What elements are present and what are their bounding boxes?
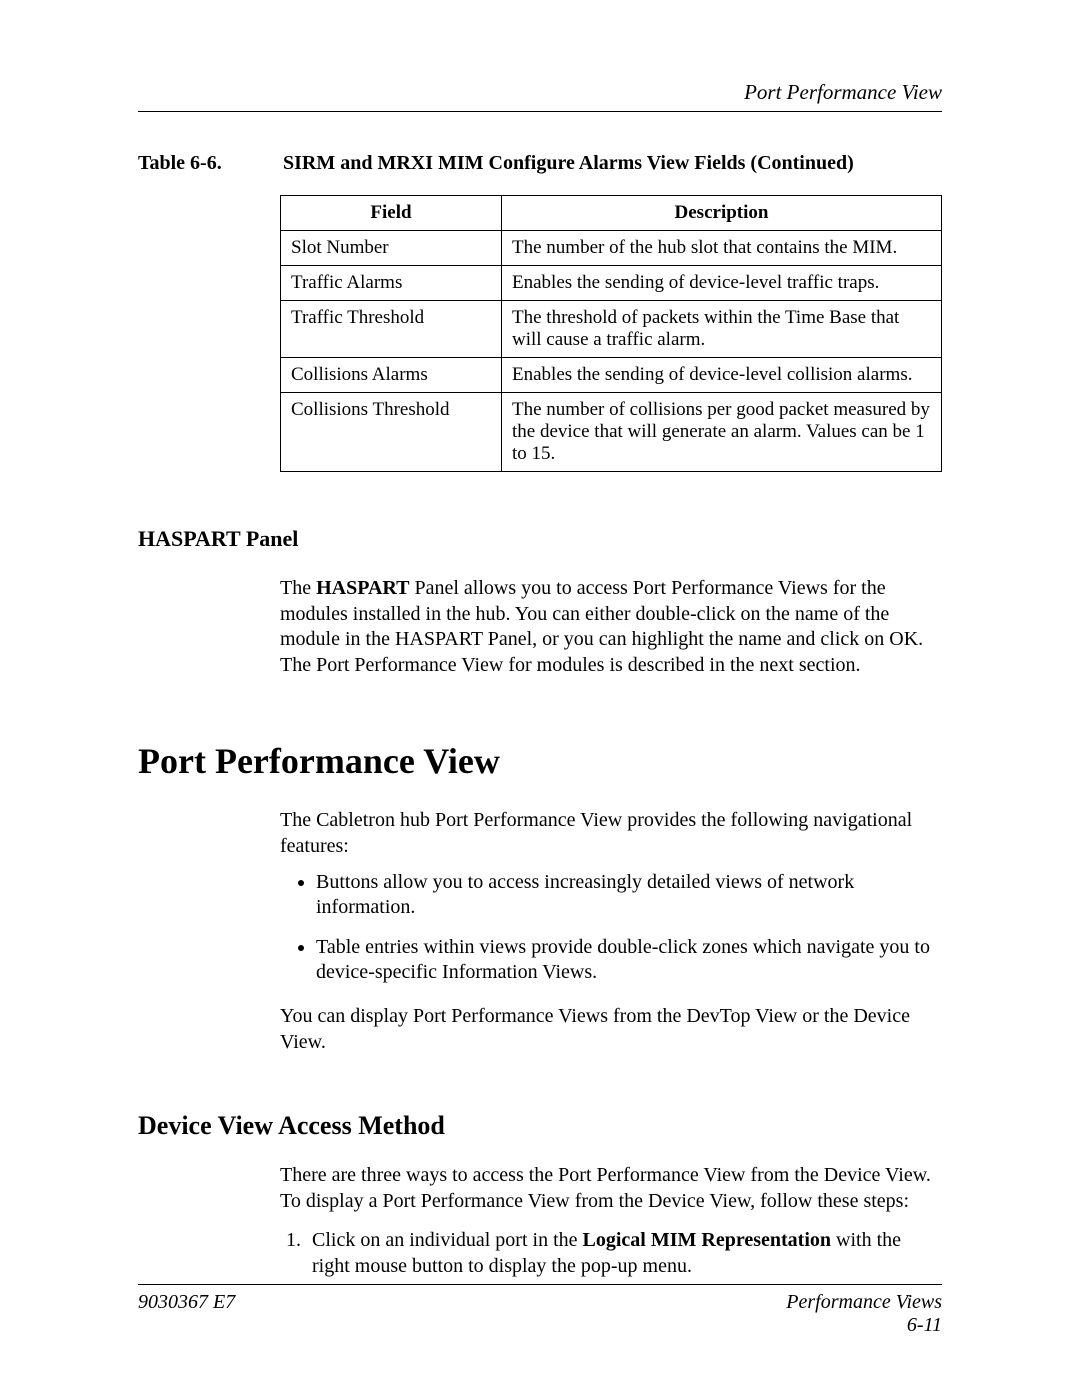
- list-item: Table entries within views provide doubl…: [316, 935, 942, 986]
- table-row: Collisions Threshold The number of colli…: [281, 393, 942, 472]
- table-number: Table 6-6.: [138, 152, 283, 175]
- access-intro: There are three ways to access the Port …: [280, 1163, 942, 1214]
- cell-description: The number of the hub slot that contains…: [502, 231, 942, 266]
- section-outro: You can display Port Performance Views f…: [280, 1004, 942, 1055]
- cell-description: The threshold of packets within the Time…: [502, 301, 942, 358]
- cell-field: Collisions Alarms: [281, 358, 502, 393]
- footer-right-bottom: 6-11: [786, 1314, 942, 1337]
- page: Port Performance View Table 6-6. SIRM an…: [0, 0, 1080, 1397]
- table-caption: Table 6-6. SIRM and MRXI MIM Configure A…: [138, 152, 942, 175]
- running-head: Port Performance View: [138, 80, 942, 105]
- list-item: Click on an individual port in the Logic…: [306, 1228, 942, 1279]
- col-header-description: Description: [502, 196, 942, 231]
- header-rule: [138, 111, 942, 112]
- text-bold: Logical MIM Representation: [583, 1229, 832, 1251]
- footer-rule: [138, 1284, 942, 1285]
- cell-description: Enables the sending of device-level traf…: [502, 266, 942, 301]
- table-row: Traffic Alarms Enables the sending of de…: [281, 266, 942, 301]
- text: Click on an individual port in the: [312, 1229, 583, 1251]
- section-intro: The Cabletron hub Port Performance View …: [280, 808, 942, 859]
- col-header-field: Field: [281, 196, 502, 231]
- cell-description: The number of collisions per good packet…: [502, 393, 942, 472]
- list-item: Buttons allow you to access increasingly…: [316, 870, 942, 921]
- steps-container: Click on an individual port in the Logic…: [280, 1228, 942, 1279]
- steps-list: Click on an individual port in the Logic…: [280, 1228, 942, 1279]
- text: The: [280, 577, 316, 599]
- cell-field: Slot Number: [281, 231, 502, 266]
- cell-field: Traffic Threshold: [281, 301, 502, 358]
- footer-right-top: Performance Views: [786, 1291, 942, 1314]
- table-title: SIRM and MRXI MIM Configure Alarms View …: [283, 152, 854, 175]
- fields-table: Field Description Slot Number The number…: [280, 195, 942, 472]
- haspart-body: The HASPART Panel allows you to access P…: [280, 576, 942, 678]
- text-bold: HASPART: [316, 577, 409, 599]
- cell-description: Enables the sending of device-level coll…: [502, 358, 942, 393]
- cell-field: Collisions Threshold: [281, 393, 502, 472]
- bullet-list: Buttons allow you to access increasingly…: [294, 870, 942, 986]
- page-footer: 9030367 E7 Performance Views 6-11: [138, 1284, 942, 1337]
- section-title: Port Performance View: [138, 740, 942, 782]
- table-row: Traffic Threshold The threshold of packe…: [281, 301, 942, 358]
- table-row: Slot Number The number of the hub slot t…: [281, 231, 942, 266]
- access-heading: Device View Access Method: [138, 1111, 942, 1141]
- table-row: Collisions Alarms Enables the sending of…: [281, 358, 942, 393]
- bullet-list-container: Buttons allow you to access increasingly…: [280, 870, 942, 986]
- haspart-heading: HASPART Panel: [138, 526, 942, 552]
- footer-left: 9030367 E7: [138, 1291, 235, 1337]
- cell-field: Traffic Alarms: [281, 266, 502, 301]
